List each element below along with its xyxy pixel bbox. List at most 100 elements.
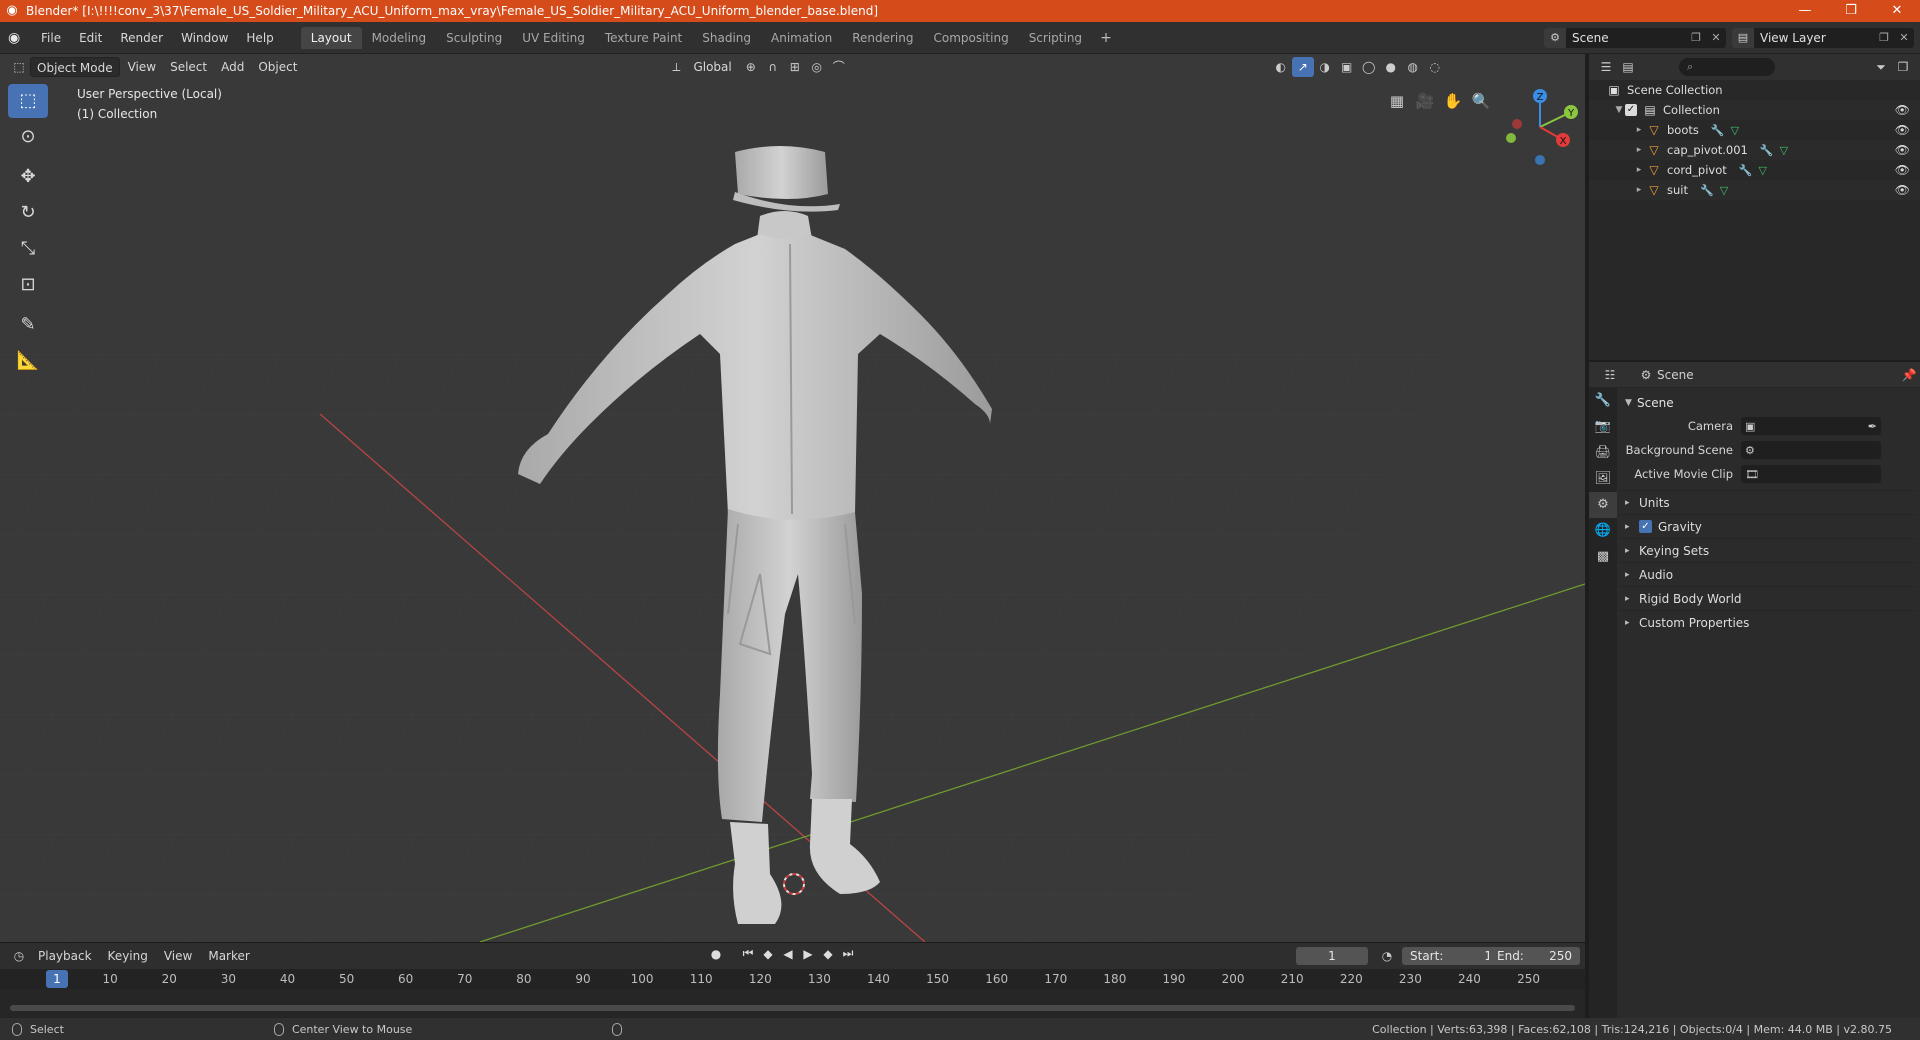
add-workspace-button[interactable]: + [1092,30,1120,46]
scene-selector[interactable]: ⚙ Scene ❐ ✕ [1544,27,1726,48]
outliner-object-row[interactable]: ▸ ▽ suit 🔧 ▽ 👁 [1589,180,1920,200]
current-frame-field[interactable]: 1 [1296,947,1368,965]
viewport-menu-view[interactable]: View [122,57,162,77]
restore-button[interactable]: ❐ [1828,0,1874,22]
prev-keyframe-icon[interactable]: ◆ [758,947,778,961]
scale-tool-icon[interactable]: ⤡ [8,232,48,266]
mesh-data-icon[interactable]: ▽ [1720,184,1728,197]
navigation-gizmo[interactable]: Z Y X [1495,82,1585,172]
mesh-data-icon[interactable]: ▽ [1758,164,1766,177]
tab-compositing[interactable]: Compositing [923,27,1018,49]
timeline-marker-menu[interactable]: Marker [200,949,257,963]
snap-target-icon[interactable]: ⊞ [784,57,806,77]
timeline-view-menu[interactable]: View [156,949,200,963]
scene-panel-header[interactable]: ▼ Scene [1619,392,1915,414]
menu-help[interactable]: Help [237,27,282,49]
play-icon[interactable]: ▶ [798,947,818,961]
collection-checkbox[interactable]: ✓ [1625,104,1637,116]
timeline-track-area[interactable] [0,989,1585,1019]
falloff-icon[interactable]: ⌒ [828,57,850,77]
expand-object-icon[interactable]: ▸ [1633,165,1645,175]
filter-icon[interactable]: ⏷ [1870,57,1892,77]
modifier-icon[interactable]: 🔧 [1739,164,1753,177]
mode-dropdown[interactable]: Object Mode [30,57,120,77]
modifier-icon[interactable]: 🔧 [1760,144,1774,157]
overlays-icon[interactable]: ◑ [1314,57,1336,77]
preview-range-icon[interactable]: ◔ [1376,946,1398,966]
new-scene-icon[interactable]: ❐ [1686,31,1706,44]
eye-icon[interactable]: 👁 [1895,123,1910,137]
xray-icon[interactable]: ▣ [1336,57,1358,77]
timeline-ruler[interactable]: 1 10 20 30 40 50 60 70 80 90 100 110 120 130 140 150 160… [0,969,1585,989]
eyedropper-icon[interactable]: ✒ [1868,420,1881,433]
eye-icon[interactable]: 👁 [1895,143,1910,157]
solid-shading-icon[interactable]: ● [1380,57,1402,77]
tab-shading[interactable]: Shading [692,27,761,49]
tool-tab-icon[interactable]: 🔧 [1589,388,1617,414]
tab-layout[interactable]: Layout [300,26,362,49]
tab-scripting[interactable]: Scripting [1019,27,1092,49]
eye-icon[interactable]: 👁 [1895,183,1910,197]
delete-view-layer-icon[interactable]: ✕ [1894,31,1914,44]
tab-modeling[interactable]: Modeling [362,27,437,49]
pan-view-icon[interactable]: ✋ [1439,88,1467,114]
measure-tool-icon[interactable]: 📐 [8,344,48,378]
outliner-object-row[interactable]: ▸ ▽ boots 🔧 ▽ 👁 [1589,120,1920,140]
expand-object-icon[interactable]: ▸ [1633,125,1645,135]
delete-scene-icon[interactable]: ✕ [1706,31,1726,44]
scene-name[interactable]: Scene [1566,31,1686,45]
outliner-search-input[interactable]: ⌕ [1679,58,1775,76]
menu-file[interactable]: File [32,27,70,49]
texture-tab-icon[interactable]: ▩ [1589,544,1617,570]
transform-tool-icon[interactable]: ⊡ [8,268,48,302]
menu-render[interactable]: Render [111,27,172,49]
new-view-layer-icon[interactable]: ❐ [1874,31,1894,44]
collection-row[interactable]: ▼ ✓ ▤ Collection 👁 [1589,100,1920,120]
tab-rendering[interactable]: Rendering [842,27,923,49]
zoom-view-icon[interactable]: 🔍 [1467,88,1495,114]
record-icon[interactable]: ● [706,947,726,961]
minimize-button[interactable]: — [1782,0,1828,22]
output-tab-icon[interactable]: 🖨 [1589,440,1617,466]
material-shading-icon[interactable]: ◍ [1402,57,1424,77]
gravity-panel[interactable]: ▸ ✓ Gravity [1619,514,1915,538]
pin-icon[interactable]: 📌 [1898,365,1920,385]
transform-orientation-dropdown[interactable]: Global [687,57,737,77]
end-frame-field[interactable]: End: 250 [1489,947,1580,965]
world-tab-icon[interactable]: 🌐 [1589,518,1617,544]
cursor-tool-icon[interactable]: ⊙ [8,120,48,154]
custom-properties-panel[interactable]: ▸ Custom Properties [1619,610,1915,634]
display-mode-icon[interactable]: ▤ [1617,57,1639,77]
snap-icon[interactable]: ∩ [762,57,784,77]
toggle-perspective-icon[interactable]: ▦ [1383,88,1411,114]
modifier-icon[interactable]: 🔧 [1711,124,1725,137]
keying-sets-panel[interactable]: ▸ Keying Sets [1619,538,1915,562]
properties-editor-type-icon[interactable]: ☷ [1599,365,1621,385]
tab-sculpting[interactable]: Sculpting [436,27,512,49]
current-frame-marker[interactable]: 1 [46,970,68,988]
timeline-scrollbar[interactable] [10,1005,1575,1011]
view-layer-tab-icon[interactable]: 🖼 [1589,466,1617,492]
gizmo-toggle-icon[interactable]: ↗ [1291,57,1314,77]
viewport-menu-select[interactable]: Select [164,57,213,77]
rotate-tool-icon[interactable]: ↻ [8,196,48,230]
timeline-keying-menu[interactable]: Keying [100,949,156,963]
wireframe-shading-icon[interactable]: ◯ [1358,57,1380,77]
background-scene-field[interactable]: ⚙ [1741,441,1881,459]
view-layer-selector[interactable]: ▤ View Layer ❐ ✕ [1732,27,1914,48]
mesh-data-icon[interactable]: ▽ [1731,124,1739,137]
view-layer-name[interactable]: View Layer [1754,31,1874,45]
camera-view-icon[interactable]: 🎥 [1411,88,1439,114]
move-tool-icon[interactable]: ✥ [8,160,48,194]
active-movie-clip-field[interactable]: 🎞 [1741,465,1881,483]
editor-type-icon[interactable]: ⬚ [8,57,30,77]
outliner-editor-type-icon[interactable]: ☰ [1595,57,1617,77]
eye-icon[interactable]: 👁 [1895,103,1910,117]
scene-collection-row[interactable]: ▣ Scene Collection [1589,80,1920,100]
3d-viewport[interactable]: ⬚ Object Mode View Select Add Object ⟂ G… [0,54,1585,942]
select-box-tool-icon[interactable]: ⬚ [8,84,48,118]
jump-end-icon[interactable]: ⏭ [838,946,858,961]
eye-icon[interactable]: 👁 [1895,163,1910,177]
pivot-point-icon[interactable]: ⊕ [740,57,762,77]
blender-logo-icon[interactable]: ◉ [8,30,32,46]
